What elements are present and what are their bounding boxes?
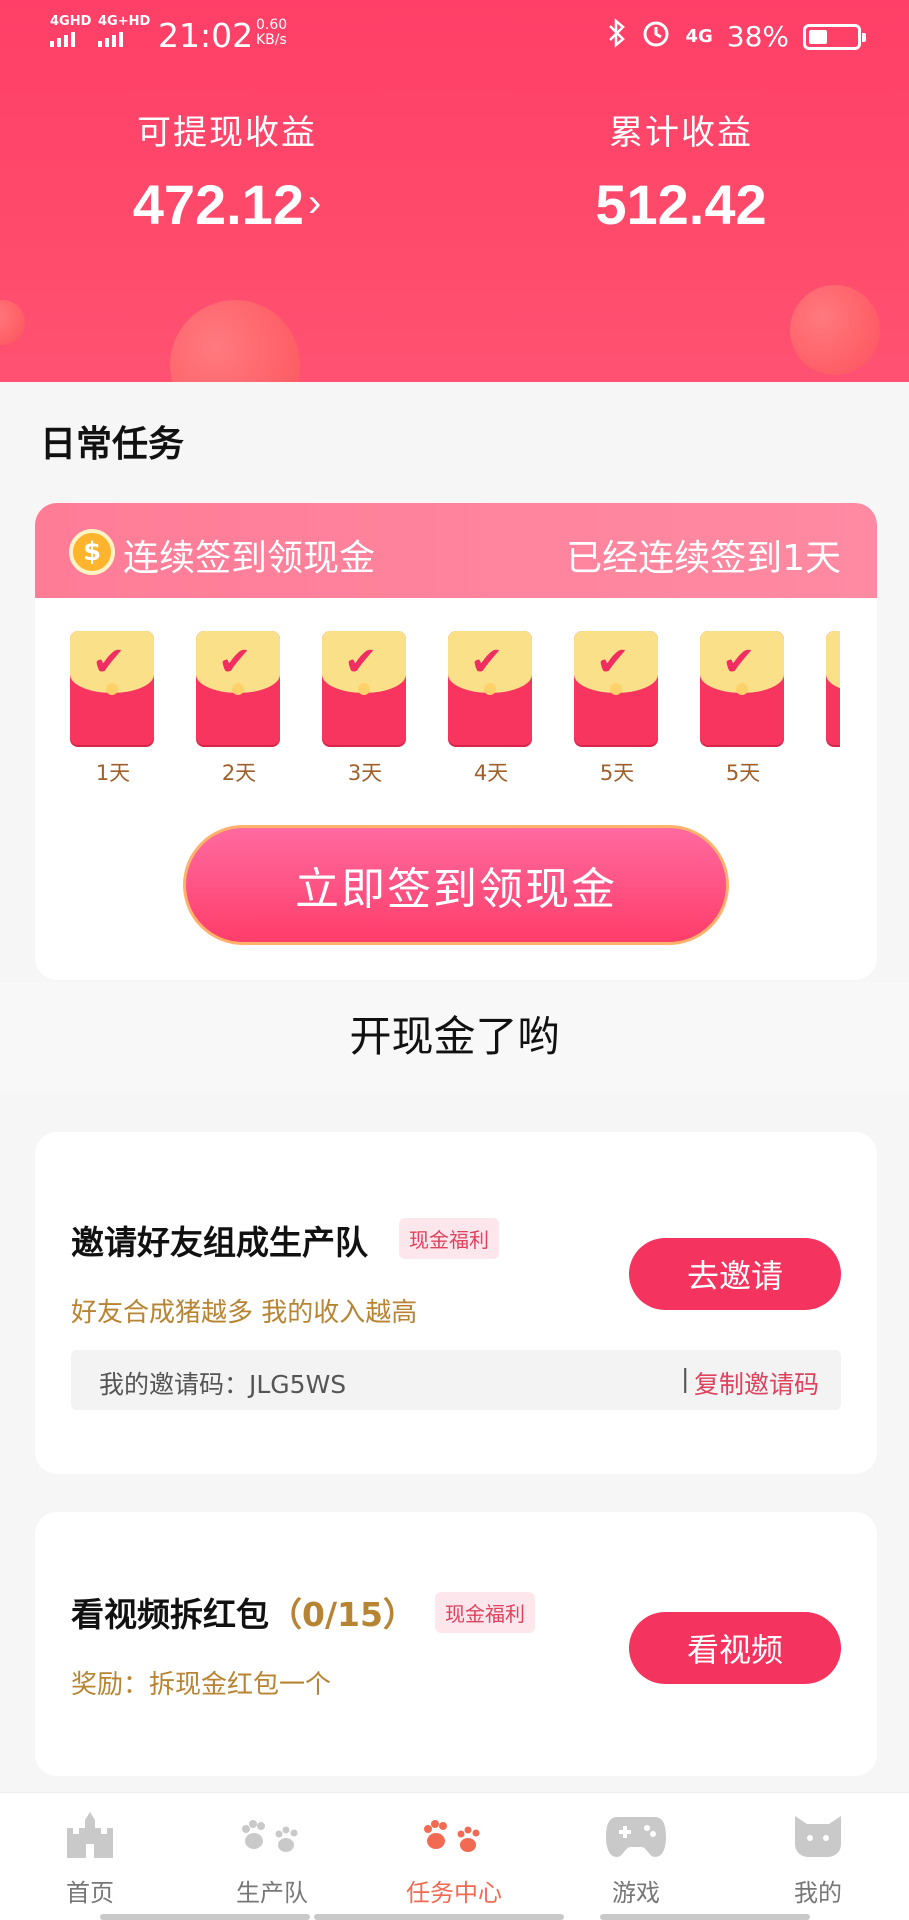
day-label: 1天 — [95, 761, 131, 785]
signin-button[interactable]: 立即签到领现金 — [183, 825, 729, 945]
check-icon: ✔ — [596, 639, 630, 685]
signin-day: ✔ 5天 — [700, 631, 786, 787]
signin-status: 已经连续签到1天 — [566, 538, 841, 579]
task-title-text: 看视频拆红包 — [71, 1595, 269, 1634]
signal-icon — [98, 32, 123, 47]
gamepad-icon — [566, 1807, 706, 1863]
copy-code-button[interactable]: 复制邀请码 — [694, 1365, 819, 1401]
network-label: 4GHD — [50, 14, 92, 29]
divider: | — [681, 1364, 690, 1393]
battery-level — [809, 29, 827, 44]
signin-day: ✔ 5天 — [574, 631, 660, 787]
total-earnings: 累计收益 512.42 — [454, 105, 908, 237]
network-label: 4G — [685, 26, 713, 47]
invite-task-card: 邀请好友组成生产队 现金福利 好友合成猪越多 我的收入越高 去邀请 我的邀请码：… — [35, 1132, 877, 1474]
paw-icon — [384, 1807, 524, 1863]
clock: 21:02 — [158, 16, 254, 55]
task-title: 邀请好友组成生产队 — [71, 1223, 368, 1262]
coin-decoration — [0, 300, 25, 345]
check-icon: ✔ — [218, 639, 252, 685]
task-subtitle: 好友合成猪越多 我的收入越高 — [71, 1298, 418, 1328]
withdrawable-label: 可提现收益 — [137, 113, 317, 153]
day-label: 4天 — [473, 761, 509, 785]
status-bar: 4GHD 4G+HD 21:02 0.60 KB/s 4G 38% — [0, 0, 909, 72]
check-icon: ✔ — [470, 639, 504, 685]
battery-percent: 38% — [726, 20, 789, 53]
coin-decoration — [170, 300, 300, 382]
invite-code-box: 我的邀请码：JLG5WS | 复制邀请码 — [71, 1350, 841, 1410]
signin-day: ✔ 2天 — [196, 631, 282, 787]
signal-icon — [50, 32, 75, 47]
day-label: 5天 — [599, 761, 635, 785]
earnings-header: 4GHD 4G+HD 21:02 0.60 KB/s 4G 38% 可提现收益 — [0, 0, 909, 382]
task-progress: （0/15） — [269, 1595, 416, 1634]
nav-label: 我的 — [794, 1879, 842, 1907]
red-envelope-icon: ✔ — [322, 631, 406, 745]
day-label: 3天 — [347, 761, 383, 785]
castle-icon — [20, 1807, 160, 1863]
check-icon: ✔ — [344, 639, 378, 685]
red-envelope-icon: ✔ — [70, 631, 154, 745]
nav-label: 首页 — [66, 1879, 114, 1907]
section-title: 日常任务 — [40, 424, 185, 465]
red-envelope-icon: ✔ — [448, 631, 532, 745]
signin-day: ✔ 1天 — [70, 631, 156, 787]
signin-card: $ 连续签到领现金 已经连续签到1天 ✔ 1天 ✔ 2天 ✔ 3天 ✔ 4天 ✔… — [35, 503, 877, 980]
withdrawable-earnings[interactable]: 可提现收益 472.12 › — [0, 105, 454, 237]
withdrawable-value[interactable]: 472.12 › — [0, 172, 454, 237]
withdrawable-amount: 472.12 — [132, 173, 304, 236]
signin-day-partial — [826, 631, 840, 745]
chevron-right-icon: › — [307, 181, 322, 225]
nav-label: 生产队 — [236, 1879, 308, 1907]
red-envelope-icon: ✔ — [196, 631, 280, 745]
nav-item-profile[interactable]: 我的 — [748, 1807, 888, 1908]
coin-decoration — [790, 285, 880, 375]
nav-item-task-center[interactable]: 任务中心 — [384, 1807, 524, 1908]
bottom-nav: 首页 生产队 任务中心 游戏 我的 — [0, 1792, 909, 1920]
signin-header: $ 连续签到领现金 已经连续签到1天 — [35, 503, 877, 598]
nav-label: 游戏 — [612, 1879, 660, 1907]
nav-item-games[interactable]: 游戏 — [566, 1807, 706, 1908]
invite-button[interactable]: 去邀请 — [629, 1238, 841, 1310]
alarm-icon — [641, 18, 671, 55]
battery-icon — [803, 23, 866, 50]
system-home-bar — [600, 1914, 810, 1920]
cash-benefit-tag: 现金福利 — [399, 1218, 499, 1259]
total-value: 512.42 — [595, 173, 767, 236]
nav-item-home[interactable]: 首页 — [20, 1807, 160, 1908]
cat-face-icon — [748, 1807, 888, 1863]
video-task-card: 看视频拆红包（0/15） 现金福利 奖励：拆现金红包一个 看视频 — [35, 1512, 877, 1776]
system-home-bar — [100, 1914, 310, 1920]
invite-code: 我的邀请码：JLG5WS — [99, 1370, 347, 1399]
bluetooth-icon — [607, 18, 627, 55]
total-label: 累计收益 — [609, 113, 753, 153]
red-envelope-icon: ✔ — [700, 631, 784, 745]
red-envelope-icon — [826, 631, 840, 745]
task-subtitle: 奖励：拆现金红包一个 — [71, 1670, 332, 1700]
coin-icon: $ — [69, 529, 115, 575]
check-icon: ✔ — [92, 639, 126, 685]
red-envelope-icon: ✔ — [574, 631, 658, 745]
paw-icon — [202, 1807, 342, 1863]
cash-banner: 开现金了哟 — [0, 982, 909, 1092]
signin-day: ✔ 3天 — [322, 631, 408, 787]
signin-title: 连续签到领现金 — [123, 538, 376, 579]
signin-days: ✔ 1天 ✔ 2天 ✔ 3天 ✔ 4天 ✔ 5天 ✔ 5天 — [70, 631, 840, 801]
check-icon: ✔ — [722, 639, 756, 685]
nav-item-team[interactable]: 生产队 — [202, 1807, 342, 1908]
status-icons: 4G 38% — [607, 18, 866, 55]
network-label: 4G+HD — [98, 14, 151, 29]
signin-day: ✔ 4天 — [448, 631, 534, 787]
nav-label: 任务中心 — [406, 1879, 502, 1907]
watch-video-button[interactable]: 看视频 — [629, 1612, 841, 1684]
day-label: 2天 — [221, 761, 257, 785]
task-title: 看视频拆红包（0/15） — [71, 1588, 416, 1636]
system-home-bar — [314, 1914, 564, 1920]
day-label: 5天 — [725, 761, 761, 785]
cash-benefit-tag: 现金福利 — [435, 1592, 535, 1633]
network-speed: 0.60 KB/s — [256, 17, 288, 48]
